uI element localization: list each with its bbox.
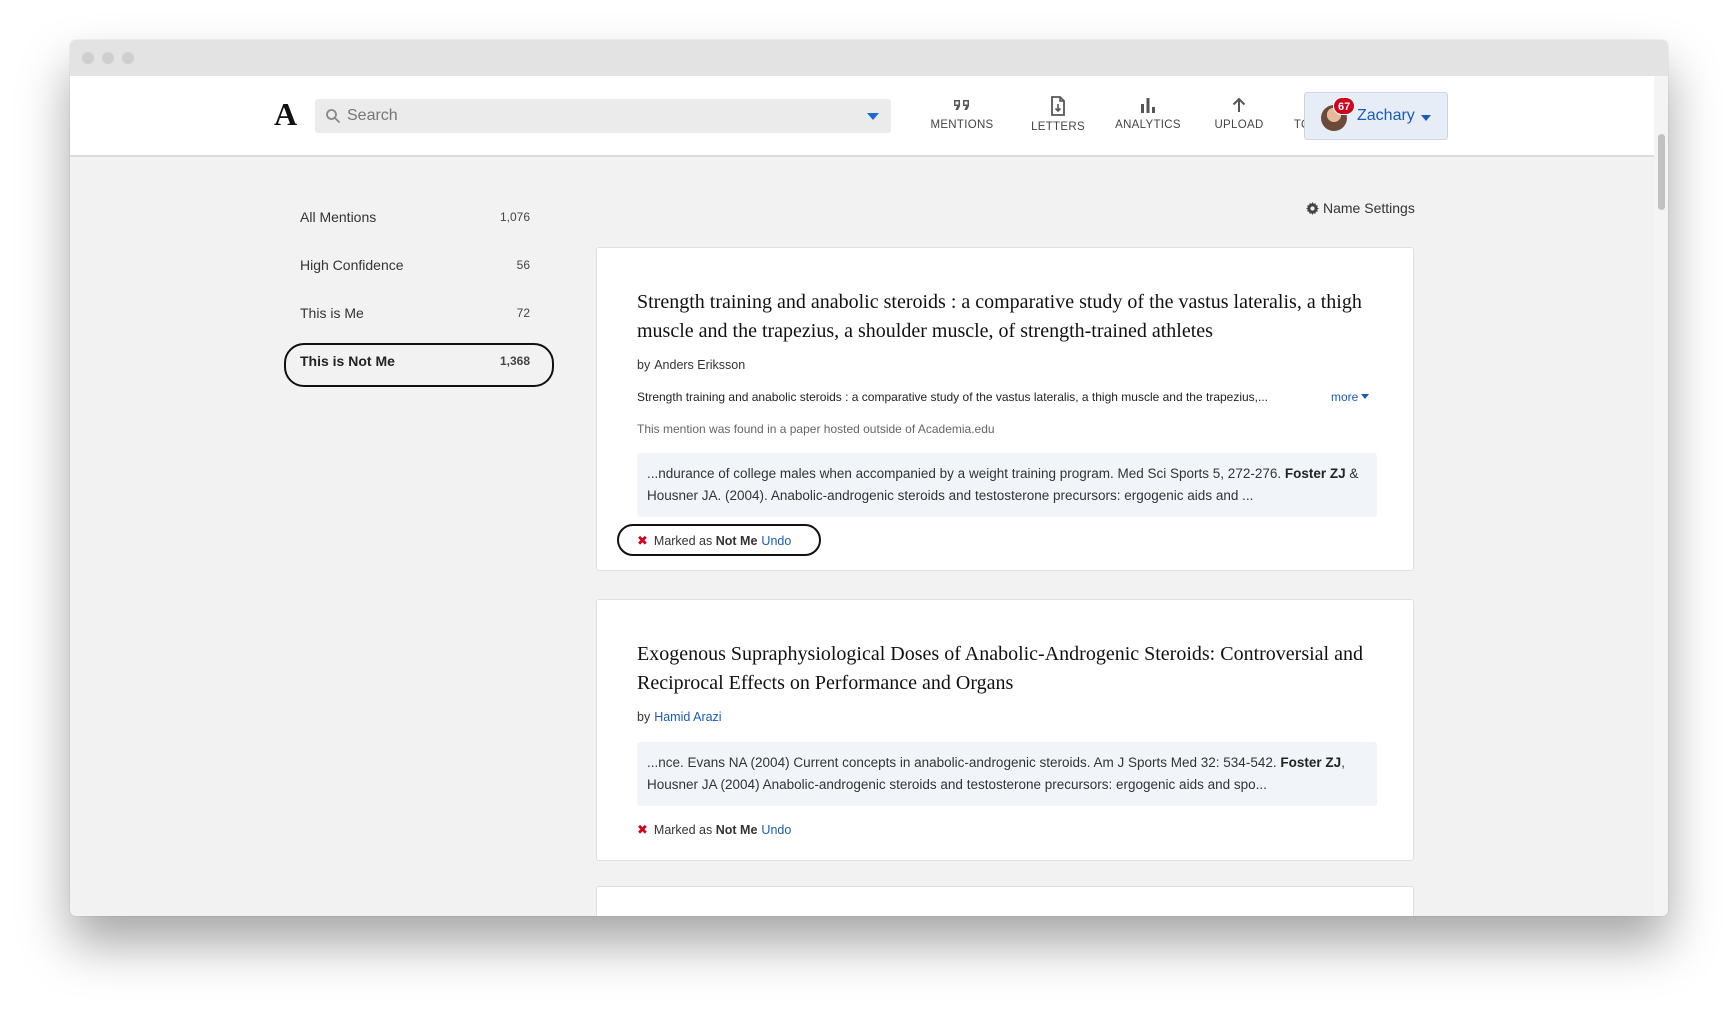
name-settings-label: Name Settings xyxy=(1323,200,1415,216)
abstract-preview: Strength training and anabolic steroids … xyxy=(637,390,1269,404)
nav-analytics-label: ANALYTICS xyxy=(1115,119,1181,131)
author-link[interactable]: Hamid Arazi xyxy=(654,710,721,724)
sidebar-item-label: All Mentions xyxy=(300,209,377,225)
user-name: Zachary xyxy=(1357,107,1415,124)
sidebar-item-this-is-not-me[interactable]: This is Not Me 1,368 xyxy=(284,338,554,387)
author-name: Anders Eriksson xyxy=(654,358,746,372)
window-close-dot[interactable] xyxy=(82,52,94,64)
undo-link[interactable]: Undo xyxy=(761,534,791,548)
more-toggle[interactable]: more xyxy=(1331,390,1370,404)
search-icon xyxy=(326,109,340,123)
nav-upload[interactable]: UPLOAD xyxy=(1198,96,1280,131)
sidebar-item-all-mentions[interactable]: All Mentions 1,076 xyxy=(284,194,554,242)
sidebar-item-count: 1,076 xyxy=(499,210,530,224)
mention-card: Strength training and anabolic steroids … xyxy=(596,247,1414,571)
sidebar-item-this-is-me[interactable]: This is Me 72 xyxy=(284,290,554,338)
mention-card xyxy=(596,886,1414,916)
undo-link[interactable]: Undo xyxy=(761,823,791,837)
scrollbar-thumb[interactable] xyxy=(1658,134,1665,210)
byline: by Hamid Arazi xyxy=(637,710,722,724)
bar-chart-icon xyxy=(1141,98,1155,113)
marked-value: Not Me xyxy=(715,534,758,548)
gear-icon xyxy=(1306,202,1319,215)
mention-snippet: ...ndurance of college males when accomp… xyxy=(637,453,1377,517)
chevron-down-icon xyxy=(1361,394,1370,399)
snippet-text-pre: ...ndurance of college males when accomp… xyxy=(647,466,1285,481)
search-bar[interactable] xyxy=(315,99,891,133)
window-titlebar xyxy=(70,40,1668,76)
byline: by Anders Eriksson xyxy=(637,358,745,372)
nav-analytics[interactable]: ANALYTICS xyxy=(1098,96,1198,131)
nav-mentions[interactable]: MENTIONS xyxy=(910,96,1014,131)
more-label: more xyxy=(1331,390,1359,404)
sidebar-item-label: This is Me xyxy=(300,305,364,321)
chevron-down-icon xyxy=(1421,115,1431,121)
page-scrollbar[interactable] xyxy=(1654,76,1668,916)
snippet-highlight: Foster ZJ xyxy=(1280,755,1342,770)
window-zoom-dot[interactable] xyxy=(122,52,134,64)
nav-letters[interactable]: LETTERS xyxy=(1018,96,1098,133)
mentions-filter-sidebar: All Mentions 1,076 High Confidence 56 Th… xyxy=(284,194,554,387)
mention-snippet: ...nce. Evans NA (2004) Current concepts… xyxy=(637,742,1377,806)
name-settings-link[interactable]: Name Settings xyxy=(1306,200,1415,216)
byline-by: by xyxy=(637,358,651,372)
sidebar-item-count: 72 xyxy=(516,306,530,320)
sidebar-item-label: This is Not Me xyxy=(300,353,395,369)
sidebar-item-count: 1,368 xyxy=(499,354,530,368)
browser-window: A MENTIONS LETTERS xyxy=(70,40,1668,916)
marked-status: ✖ Marked as Not Me Undo xyxy=(637,822,791,838)
byline-by: by xyxy=(637,710,651,724)
hosted-note: This mention was found in a paper hosted… xyxy=(637,422,995,436)
nav-mentions-label: MENTIONS xyxy=(930,119,994,131)
mention-card: Exogenous Supraphysiological Doses of An… xyxy=(596,599,1414,861)
letter-document-icon xyxy=(1051,96,1065,116)
notification-badge: 67 xyxy=(1333,97,1356,115)
user-menu-button[interactable]: 67 Zachary xyxy=(1304,92,1448,140)
sidebar-item-label: High Confidence xyxy=(300,257,404,273)
marked-value: Not Me xyxy=(715,823,758,837)
paper-title[interactable]: Strength training and anabolic steroids … xyxy=(637,288,1377,346)
upload-arrow-icon xyxy=(1232,97,1246,112)
window-minimize-dot[interactable] xyxy=(102,52,114,64)
search-input[interactable] xyxy=(347,99,847,133)
marked-prefix: Marked as xyxy=(653,823,713,837)
close-icon: ✖ xyxy=(637,533,648,548)
sidebar-item-count: 56 xyxy=(516,258,530,272)
quote-icon xyxy=(954,100,969,110)
sidebar-item-high-confidence[interactable]: High Confidence 56 xyxy=(284,242,554,290)
close-icon: ✖ xyxy=(637,822,648,837)
top-header: A MENTIONS LETTERS xyxy=(70,76,1654,157)
nav-upload-label: UPLOAD xyxy=(1214,119,1264,131)
snippet-highlight: Foster ZJ xyxy=(1284,466,1346,481)
paper-title[interactable]: Exogenous Supraphysiological Doses of An… xyxy=(637,640,1377,698)
nav-letters-label: LETTERS xyxy=(1031,121,1085,133)
academia-logo[interactable]: A xyxy=(274,96,297,133)
snippet-text-pre: ...nce. Evans NA (2004) Current concepts… xyxy=(647,755,1281,770)
marked-status: ✖ Marked as Not Me Undo xyxy=(637,533,791,549)
search-dropdown-caret-icon[interactable] xyxy=(867,113,879,120)
marked-prefix: Marked as xyxy=(653,534,713,548)
